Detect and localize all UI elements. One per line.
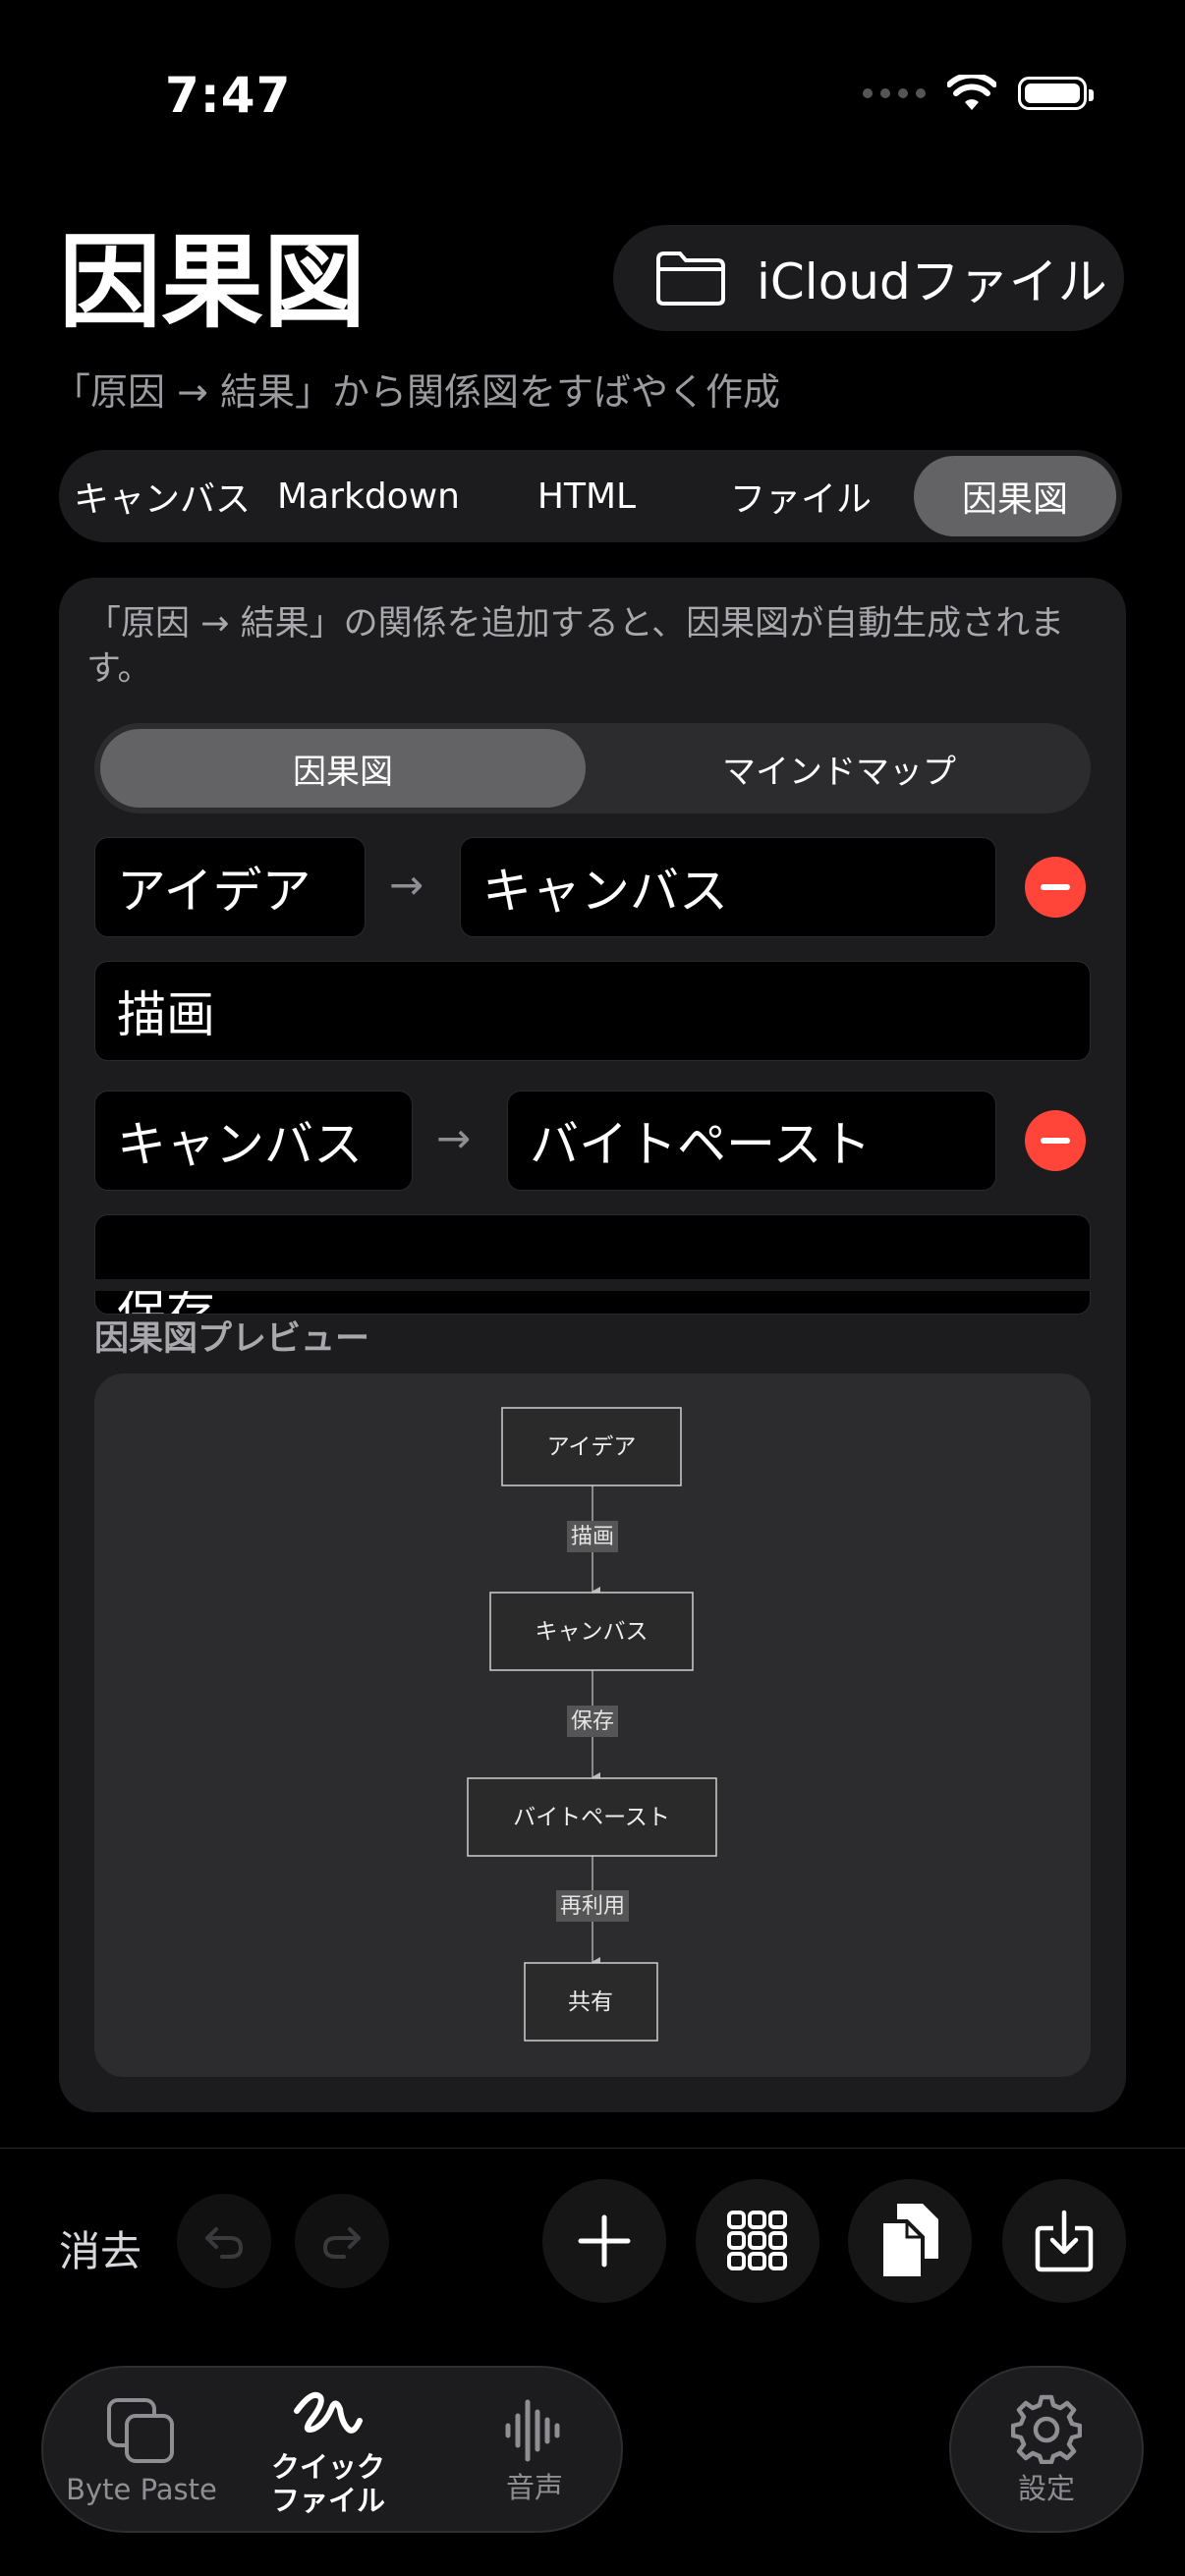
effect-field[interactable]: キャンバス xyxy=(460,837,996,937)
mode-mindmap[interactable]: マインドマップ xyxy=(593,729,1085,808)
relation-label-field[interactable]: 描画 xyxy=(94,961,1091,1061)
edge-label: 再利用 xyxy=(560,1894,625,1919)
cause-field[interactable]: キャンバス xyxy=(94,1091,413,1191)
copy-icon xyxy=(879,2204,938,2280)
grid-icon xyxy=(727,2211,787,2270)
redo-icon xyxy=(322,2227,361,2259)
minus-icon xyxy=(1041,1138,1070,1144)
page-subtitle: 「原因 → 結果」から関係図をすばやく作成 xyxy=(53,370,780,414)
battery-icon xyxy=(1018,77,1094,110)
diagram-svg: 描画 保存 再利用 アイデア キャンバス バイトペースト 共有 xyxy=(467,1407,717,2042)
download-button[interactable] xyxy=(1002,2179,1126,2303)
tab-quick-file-label: クイック ファイル xyxy=(270,2450,385,2517)
cause-field[interactable]: アイデア xyxy=(94,837,366,937)
wifi-icon xyxy=(947,75,996,110)
tab-voice-label: 音声 xyxy=(505,2471,563,2504)
editor-tabs: キャンバス Markdown HTML ファイル 因果図 xyxy=(59,450,1122,542)
tab-voice[interactable]: 音声 xyxy=(466,2368,603,2535)
undo-button[interactable] xyxy=(177,2194,271,2288)
status-time: 7:47 xyxy=(165,67,292,124)
scroll-clip xyxy=(59,1279,1126,1291)
settings-button[interactable]: 設定 xyxy=(949,2366,1144,2533)
tab-html[interactable]: HTML xyxy=(483,450,690,542)
add-button[interactable] xyxy=(542,2179,666,2303)
scribble-icon xyxy=(294,2391,363,2434)
toolbar-divider xyxy=(0,2148,1185,2149)
plus-icon xyxy=(578,2214,631,2268)
settings-label: 設定 xyxy=(1017,2472,1075,2505)
editor-hint: 「原因 → 結果」の関係を追加すると、因果図が自動生成されます。 xyxy=(86,604,1065,689)
gear-icon xyxy=(1011,2394,1082,2464)
delete-relation-button[interactable] xyxy=(1025,1110,1086,1171)
download-icon xyxy=(1035,2210,1094,2272)
status-icons xyxy=(863,69,1094,118)
icloud-files-label: iCloudファイル xyxy=(757,253,1107,310)
mode-causal[interactable]: 因果図 xyxy=(100,729,586,808)
preview-label: 因果図プレビュー xyxy=(94,1319,370,1359)
node-label: 共有 xyxy=(568,1989,613,2015)
edge-label: 保存 xyxy=(571,1709,614,1734)
diagram-preview: 描画 保存 再利用 アイデア キャンバス バイトペースト 共有 xyxy=(94,1373,1091,2077)
tab-canvas[interactable]: キャンバス xyxy=(59,450,265,542)
node-label: キャンバス xyxy=(536,1619,649,1645)
cellular-icon xyxy=(863,88,926,98)
copy-button[interactable] xyxy=(848,2179,972,2303)
clear-button[interactable]: 消去 xyxy=(59,2218,141,2278)
grid-button[interactable] xyxy=(696,2179,819,2303)
redo-button[interactable] xyxy=(295,2194,389,2288)
page-title: 因果図 xyxy=(59,222,367,342)
icloud-files-button[interactable]: iCloudファイル xyxy=(613,225,1124,331)
relation-label-field[interactable]: 保存 xyxy=(94,1214,1091,1315)
undo-icon xyxy=(205,2227,244,2259)
relation-arrow: → xyxy=(436,1114,472,1162)
waveform-icon xyxy=(505,2399,560,2462)
folder-icon xyxy=(656,252,725,306)
node-label: アイデア xyxy=(547,1434,637,1460)
tab-quick-file[interactable]: クイック ファイル xyxy=(230,2368,426,2535)
tab-byte-paste[interactable]: Byte Paste xyxy=(43,2368,240,2535)
effect-field[interactable]: バイトペースト xyxy=(507,1091,996,1191)
edge-label: 描画 xyxy=(571,1525,614,1549)
minus-icon xyxy=(1041,884,1070,890)
squares-icon xyxy=(107,2398,174,2463)
tab-bar: Byte Paste クイック ファイル 音声 xyxy=(41,2366,623,2533)
relation-arrow: → xyxy=(389,861,424,909)
tab-byte-paste-label: Byte Paste xyxy=(66,2473,217,2506)
delete-relation-button[interactable] xyxy=(1025,857,1086,918)
tab-file[interactable]: ファイル xyxy=(698,450,904,542)
diagram-mode-selector: 因果図 マインドマップ xyxy=(94,723,1091,813)
tab-markdown[interactable]: Markdown xyxy=(265,450,472,542)
node-label: バイトペースト xyxy=(513,1805,670,1830)
tab-causal-diagram[interactable]: 因果図 xyxy=(914,456,1116,536)
